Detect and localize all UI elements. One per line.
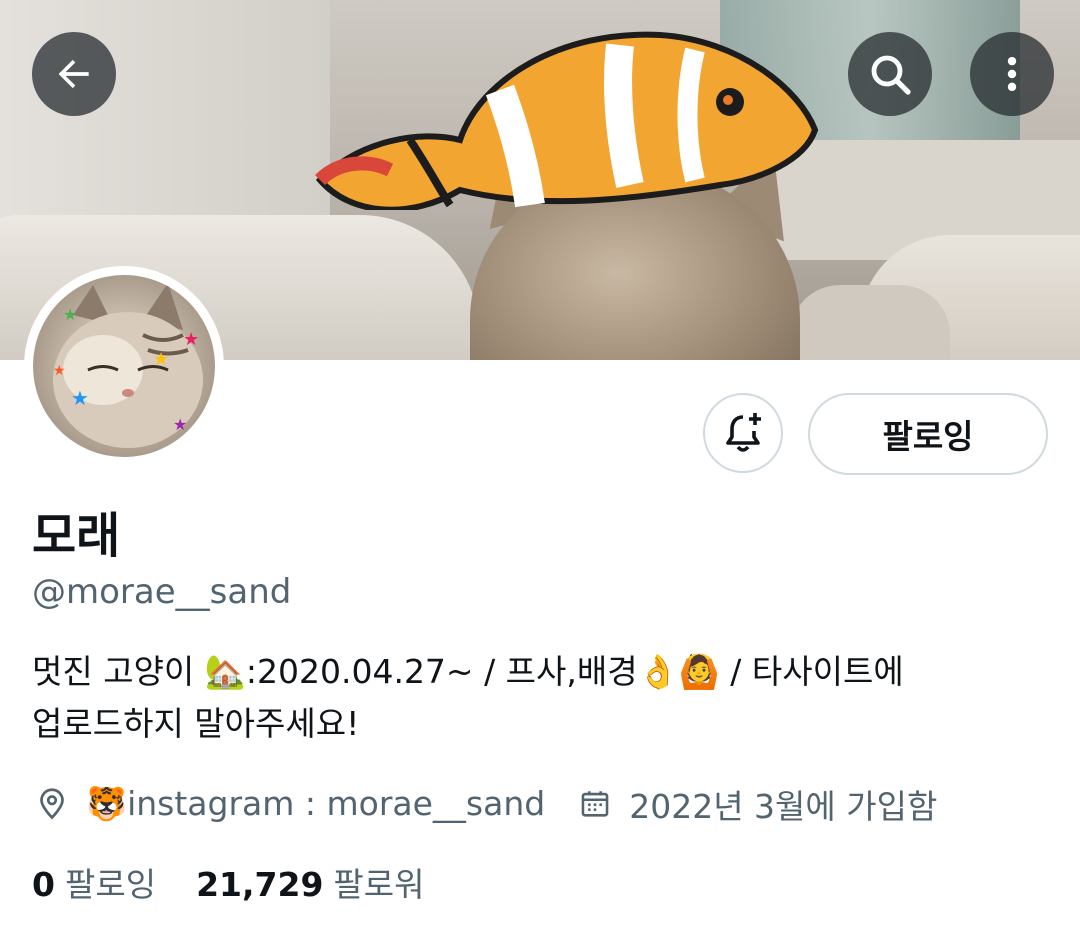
bell-plus-icon [726,413,761,452]
bio-line: 멋진 고양이 🏡:2020.04.27~ / 프사,배경👌🙆 / 타사이트에 [32,652,904,691]
profile-meta: 🐯instagram : morae__sand 2022년 3월에 가입함 [32,780,937,828]
location-text: 🐯instagram : morae__sand [86,784,546,823]
more-options-button[interactable] [970,32,1054,116]
followers-label: 팔로워 [333,865,425,904]
avatar-image: ★ ★ ★ ★ ★ ★ [33,275,215,457]
banner-fish-toy [315,31,819,210]
profile-bio: 멋진 고양이 🏡:2020.04.27~ / 프사,배경👌🙆 / 타사이트에 업… [32,646,1032,750]
back-button[interactable] [32,32,116,116]
username-handle: @morae__sand [32,572,292,612]
following-button-label: 팔로잉 [882,417,974,456]
svg-text:★: ★ [63,305,77,324]
location-pin-icon [32,784,72,824]
join-date-text: 2022년 3월에 가입함 [629,787,938,826]
bio-line: 업로드하지 말아주세요! [32,704,360,743]
banner-blanket [790,285,950,360]
calendar-icon [575,784,615,824]
following-button[interactable]: 팔로잉 [808,393,1048,475]
search-button[interactable] [848,32,932,116]
svg-text:★: ★ [71,386,89,410]
more-vertical-icon [1007,56,1017,92]
follow-stats: 0 팔로잉 21,729 팔로워 [32,858,425,906]
followers-count: 21,729 [196,865,324,904]
arrow-left-icon [58,59,89,89]
svg-text:★: ★ [183,329,199,350]
notifications-toggle-button[interactable] [703,393,783,473]
svg-text:★: ★ [173,415,187,434]
display-name: 모래 [32,508,121,564]
followers-link[interactable]: 21,729 팔로워 [196,858,424,906]
profile-avatar[interactable]: ★ ★ ★ ★ ★ ★ [24,266,224,466]
following-label: 팔로잉 [64,865,157,904]
search-icon [871,55,911,95]
avatar-cat-illustration: ★ ★ ★ ★ ★ ★ [53,283,203,448]
following-link[interactable]: 0 팔로잉 [32,858,156,906]
following-count: 0 [32,865,55,904]
svg-text:★: ★ [53,363,66,379]
svg-text:★: ★ [153,349,169,370]
